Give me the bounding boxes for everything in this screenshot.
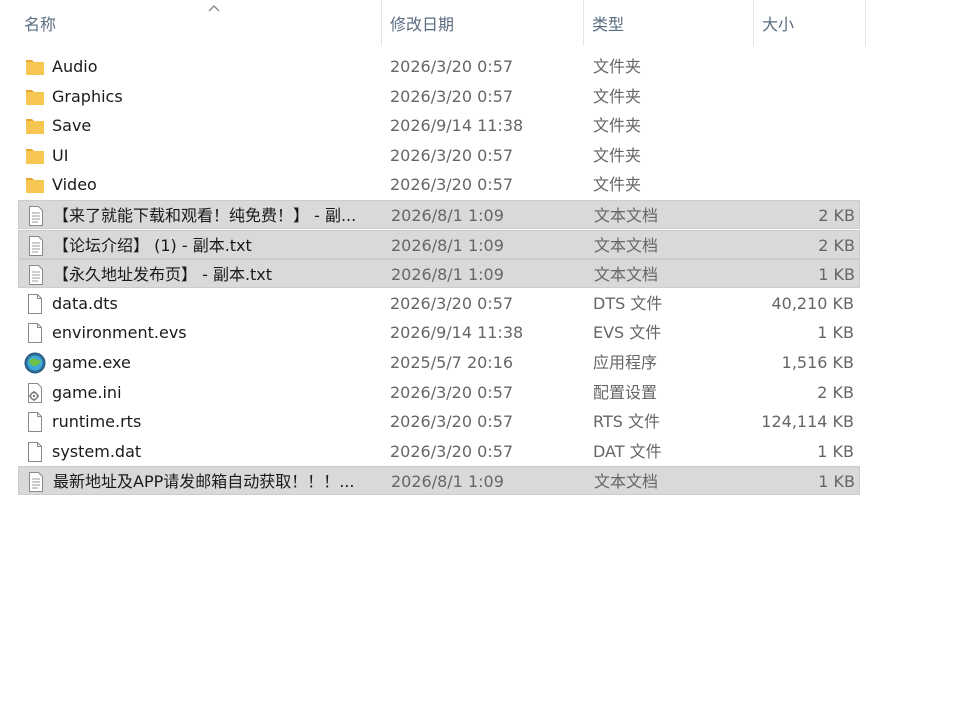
sort-ascending-icon bbox=[208, 5, 220, 12]
file-modified-date: 2026/3/20 0:57 bbox=[390, 175, 514, 194]
file-row[interactable]: 【永久地址发布页】 - 副本.txt 2026/8/1 1:09 文本文档 1 KB bbox=[18, 259, 860, 288]
file-row[interactable]: runtime.rts 2026/3/20 0:57 RTS 文件 124,114 K… bbox=[18, 407, 860, 436]
file-type: RTS 文件 bbox=[593, 412, 660, 431]
folder-icon bbox=[24, 145, 46, 167]
file-size: 40,210 KB bbox=[771, 294, 854, 313]
file-modified-date: 2026/3/20 0:57 bbox=[390, 294, 514, 313]
file-row[interactable]: Audio 2026/3/20 0:57 文件夹 bbox=[18, 52, 860, 81]
file-row[interactable]: game.exe 2025/5/7 20:16 应用程序 1,516 KB bbox=[18, 348, 860, 377]
file-name: 【来了就能下载和观看！纯免费！】 - 副... bbox=[53, 206, 357, 225]
column-header-date-label: 修改日期 bbox=[390, 15, 455, 34]
file-size: 1 KB bbox=[817, 442, 854, 461]
column-header-size-label: 大小 bbox=[762, 15, 795, 34]
file-modified-date: 2026/8/1 1:09 bbox=[391, 472, 504, 491]
file-type: 文件夹 bbox=[593, 116, 642, 135]
file-size: 1,516 KB bbox=[781, 353, 854, 372]
file-modified-date: 2026/3/20 0:57 bbox=[390, 57, 514, 76]
column-header-name[interactable]: 名称 bbox=[16, 0, 382, 46]
file-name: environment.evs bbox=[52, 323, 187, 342]
blank-file-icon bbox=[24, 441, 46, 463]
blank-file-icon bbox=[24, 322, 46, 344]
file-size: 2 KB bbox=[818, 206, 855, 225]
file-name: runtime.rts bbox=[52, 412, 142, 431]
file-modified-date: 2026/3/20 0:57 bbox=[390, 383, 514, 402]
file-size: 124,114 KB bbox=[761, 412, 854, 431]
file-name: 【论坛介绍】 (1) - 副本.txt bbox=[53, 236, 252, 255]
folder-icon bbox=[24, 86, 46, 108]
file-type: 配置设置 bbox=[593, 383, 658, 402]
file-type: 文本文档 bbox=[594, 206, 659, 225]
file-row[interactable]: UI 2026/3/20 0:57 文件夹 bbox=[18, 141, 860, 170]
file-type: 文本文档 bbox=[594, 236, 659, 255]
blank-file-icon bbox=[24, 411, 46, 433]
file-name: UI bbox=[52, 146, 69, 165]
file-type: 文件夹 bbox=[593, 57, 642, 76]
file-modified-date: 2026/8/1 1:09 bbox=[391, 206, 504, 225]
blank-file-icon bbox=[24, 293, 46, 315]
file-size: 1 KB bbox=[818, 265, 855, 284]
file-size: 2 KB bbox=[818, 236, 855, 255]
file-name: 【永久地址发布页】 - 副本.txt bbox=[53, 265, 273, 284]
column-header-date[interactable]: 修改日期 bbox=[382, 0, 584, 46]
file-name: Save bbox=[52, 116, 92, 135]
file-row[interactable]: data.dts 2026/3/20 0:57 DTS 文件 40,210 KB bbox=[18, 289, 860, 318]
file-modified-date: 2026/9/14 11:38 bbox=[390, 323, 524, 342]
file-type: 文件夹 bbox=[593, 87, 642, 106]
file-modified-date: 2026/3/20 0:57 bbox=[390, 442, 514, 461]
text-document-icon bbox=[25, 264, 47, 286]
file-name: Audio bbox=[52, 57, 98, 76]
file-modified-date: 2025/5/7 20:16 bbox=[390, 353, 514, 372]
file-name: Graphics bbox=[52, 87, 123, 106]
file-row[interactable]: system.dat 2026/3/20 0:57 DAT 文件 1 KB bbox=[18, 437, 860, 466]
file-type: 文件夹 bbox=[593, 146, 642, 165]
file-row[interactable]: 【来了就能下载和观看！纯免费！】 - 副... 2026/8/1 1:09 文本文档… bbox=[18, 200, 860, 229]
file-row[interactable]: Graphics 2026/3/20 0:57 文件夹 bbox=[18, 82, 860, 111]
file-name: 最新地址及APP请发邮箱自动获取！！！... bbox=[53, 472, 355, 491]
column-header-type-label: 类型 bbox=[592, 15, 625, 34]
file-size: 1 KB bbox=[818, 472, 855, 491]
file-modified-date: 2026/9/14 11:38 bbox=[390, 116, 524, 135]
config-file-icon bbox=[24, 382, 46, 404]
column-header-size[interactable]: 大小 bbox=[754, 0, 866, 46]
file-name: game.exe bbox=[52, 353, 131, 372]
file-type: 文本文档 bbox=[594, 265, 659, 284]
file-modified-date: 2026/8/1 1:09 bbox=[391, 265, 504, 284]
file-type: DTS 文件 bbox=[593, 294, 663, 313]
application-icon bbox=[24, 352, 46, 374]
file-row[interactable]: Video 2026/3/20 0:57 文件夹 bbox=[18, 170, 860, 199]
file-name: game.ini bbox=[52, 383, 122, 402]
text-document-icon bbox=[25, 205, 47, 227]
file-row[interactable]: game.ini 2026/3/20 0:57 配置设置 2 KB bbox=[18, 378, 860, 407]
file-type: EVS 文件 bbox=[593, 323, 662, 342]
file-size: 2 KB bbox=[817, 383, 854, 402]
file-name: system.dat bbox=[52, 442, 142, 461]
folder-icon bbox=[24, 174, 46, 196]
file-name: Video bbox=[52, 175, 97, 194]
file-row[interactable]: 最新地址及APP请发邮箱自动获取！！！... 2026/8/1 1:09 文本文档 1… bbox=[18, 466, 860, 495]
file-type: 文件夹 bbox=[593, 175, 642, 194]
file-row[interactable]: Save 2026/9/14 11:38 文件夹 bbox=[18, 111, 860, 140]
folder-icon bbox=[24, 56, 46, 78]
file-type: DAT 文件 bbox=[593, 442, 662, 461]
file-modified-date: 2026/3/20 0:57 bbox=[390, 87, 514, 106]
file-explorer: 名称 修改日期 类型 大小 Audio 2026/3/20 0:57 文件夹 Grap… bbox=[0, 0, 960, 728]
file-size: 1 KB bbox=[817, 323, 854, 342]
column-header-type[interactable]: 类型 bbox=[584, 0, 754, 46]
file-modified-date: 2026/3/20 0:57 bbox=[390, 412, 514, 431]
column-header-name-label: 名称 bbox=[24, 15, 57, 34]
text-document-icon bbox=[25, 235, 47, 257]
text-document-icon bbox=[25, 471, 47, 493]
file-type: 应用程序 bbox=[593, 353, 658, 372]
file-modified-date: 2026/3/20 0:57 bbox=[390, 146, 514, 165]
column-header-bar: 名称 修改日期 类型 大小 bbox=[0, 0, 866, 46]
file-type: 文本文档 bbox=[594, 472, 659, 491]
file-modified-date: 2026/8/1 1:09 bbox=[391, 236, 504, 255]
file-row[interactable]: 【论坛介绍】 (1) - 副本.txt 2026/8/1 1:09 文本文档 2 KB bbox=[18, 230, 860, 259]
file-row[interactable]: environment.evs 2026/9/14 11:38 EVS 文件 1 KB bbox=[18, 318, 860, 347]
folder-icon bbox=[24, 115, 46, 137]
file-name: data.dts bbox=[52, 294, 118, 313]
